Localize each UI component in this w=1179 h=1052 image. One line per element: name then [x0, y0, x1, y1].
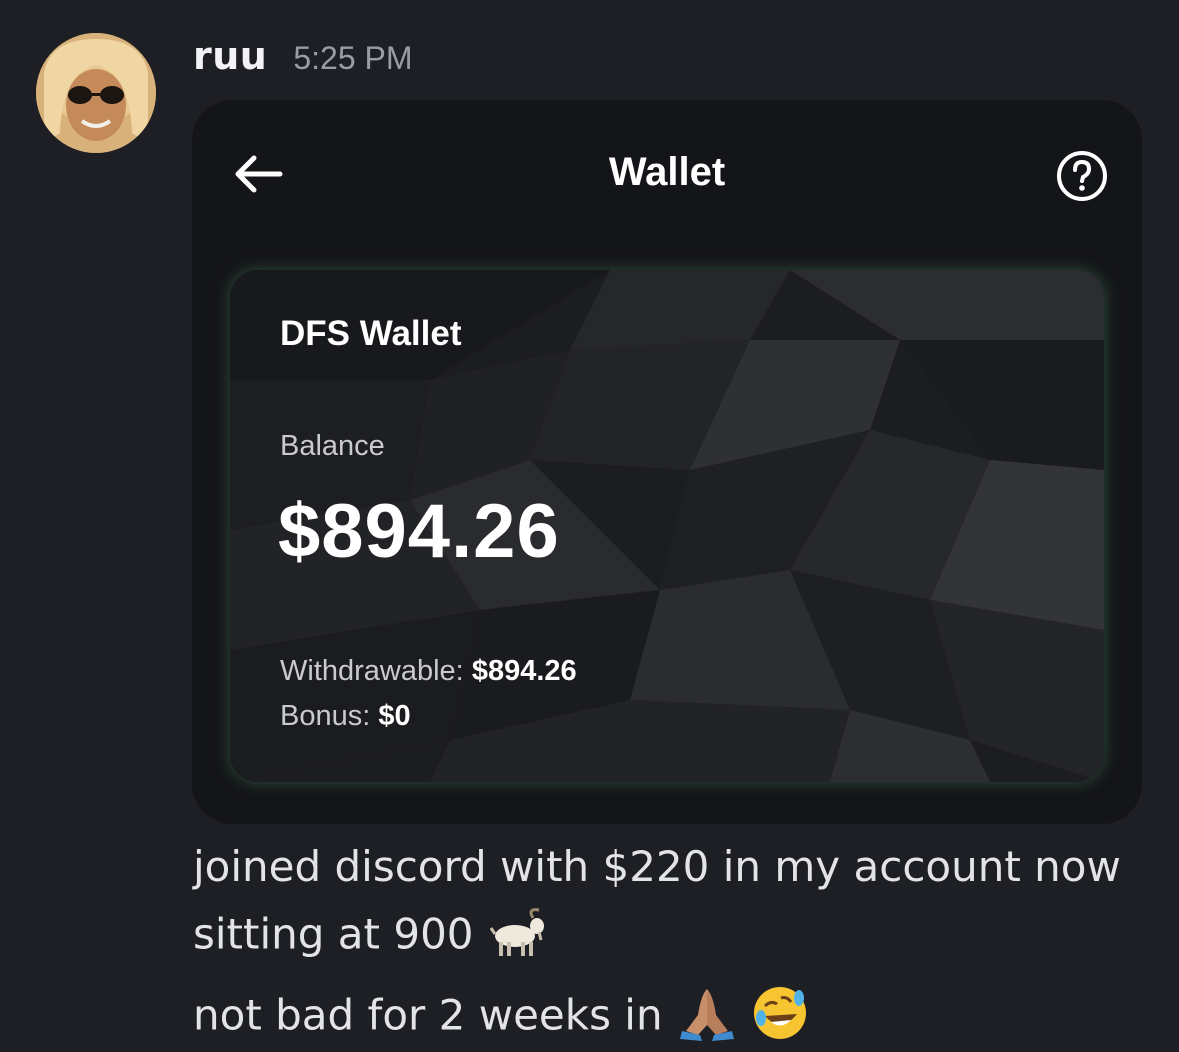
goat-emoji: [487, 906, 547, 968]
balance-amount: $894.26: [278, 489, 560, 574]
withdrawable-row: Withdrawable: $894.26: [280, 655, 577, 688]
bonus-row: Bonus: $0: [280, 700, 411, 733]
rolling-on-floor-laughing-emoji: [751, 984, 809, 1052]
chat-message: ruu 5:25 PM Wallet DFS Wallet Balance $8…: [0, 0, 1179, 1050]
withdrawable-label: Withdrawable:: [280, 655, 464, 687]
wallet-page-title: Wallet: [608, 150, 726, 194]
question-circle-icon: [1057, 151, 1107, 201]
message-text-line: not bad for 2 weeks in: [193, 984, 809, 1052]
message-text-segment: not bad for 2 weeks in: [193, 990, 663, 1040]
folded-hands-emoji: [676, 985, 738, 1051]
dfs-wallet-card[interactable]: DFS Wallet Balance $894.26 Withdrawable:…: [230, 270, 1104, 782]
message-text-line: joined discord with $220 in my account n…: [193, 842, 1121, 891]
user-avatar[interactable]: [36, 33, 156, 153]
screenshot-attachment[interactable]: Wallet DFS Wallet Balance $894.26 Withdr…: [192, 100, 1142, 824]
bonus-amount: $0: [378, 700, 411, 732]
message-text-line: sitting at 900: [193, 906, 547, 968]
avatar-image: [36, 33, 156, 153]
balance-label: Balance: [280, 430, 385, 462]
card-title: DFS Wallet: [280, 314, 462, 353]
username[interactable]: ruu: [193, 34, 267, 78]
message-timestamp: 5:25 PM: [293, 40, 413, 76]
message-header: ruu 5:25 PM: [193, 34, 413, 84]
help-button[interactable]: [1056, 150, 1108, 202]
message-text-segment: sitting at 900: [193, 909, 474, 959]
withdrawable-amount: $894.26: [471, 655, 577, 687]
bonus-label: Bonus:: [280, 700, 371, 732]
